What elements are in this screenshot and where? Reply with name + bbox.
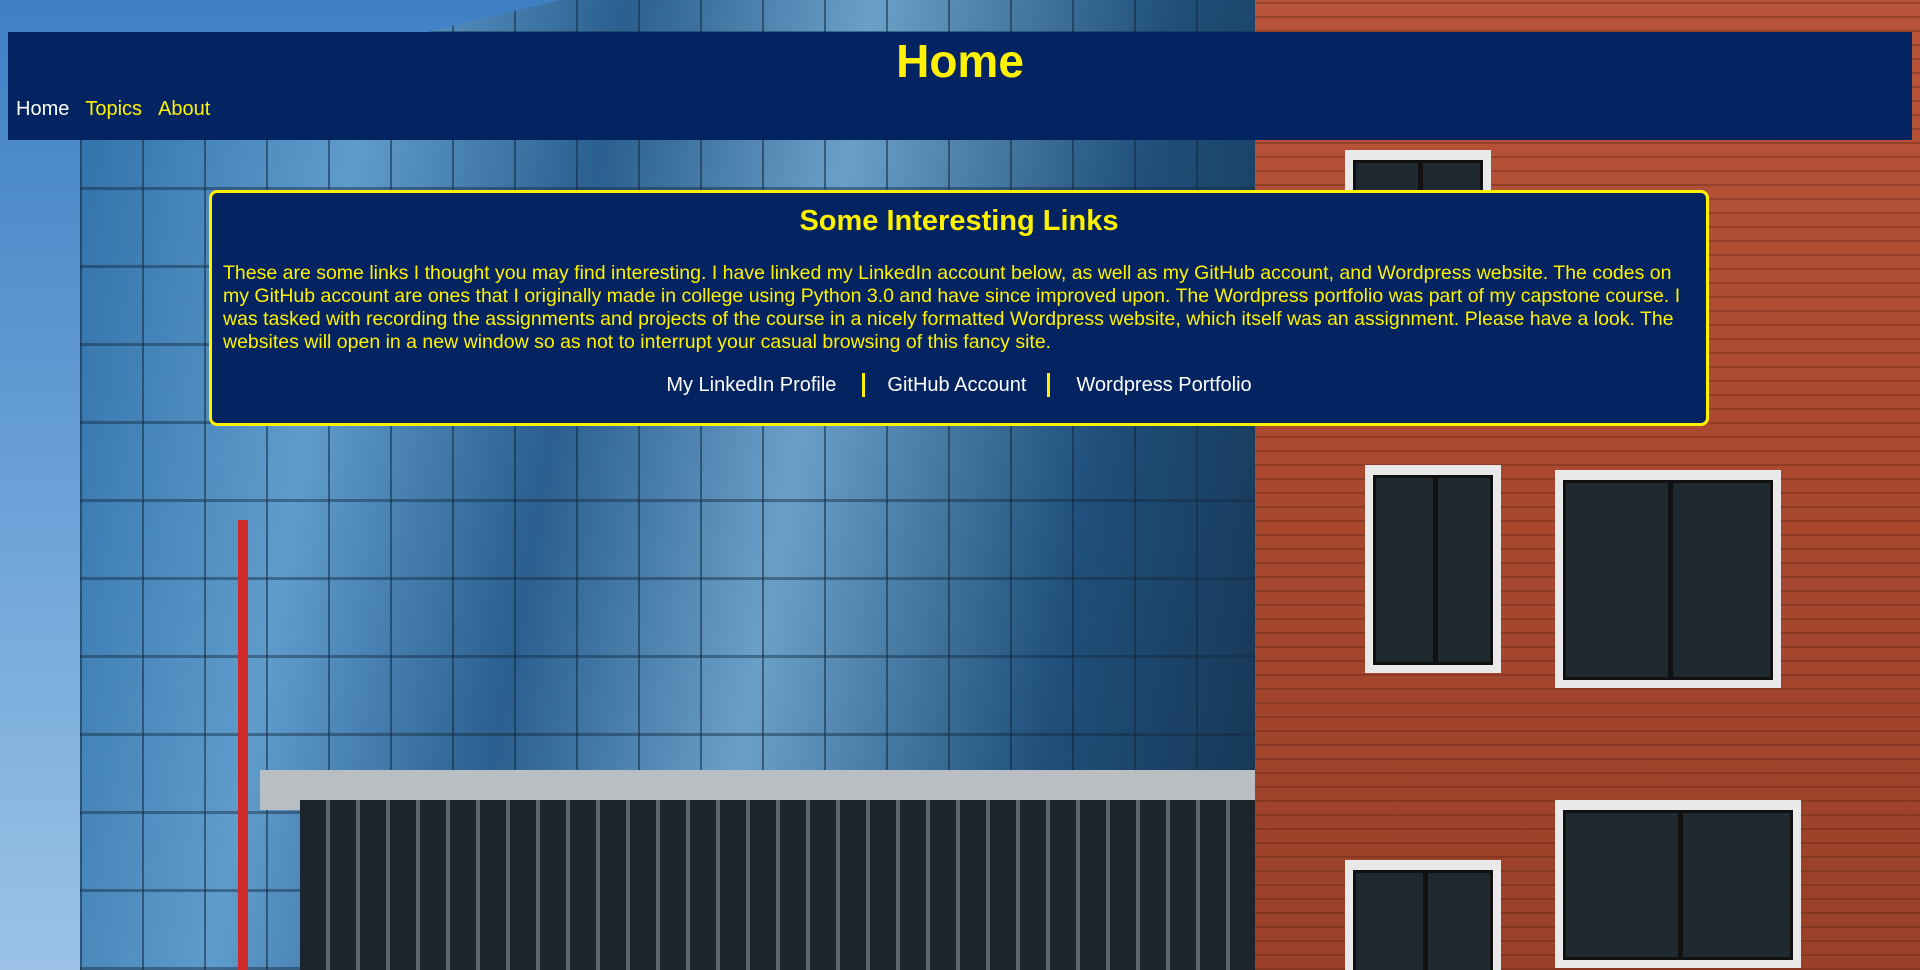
link-divider: [862, 373, 866, 397]
brick-window: [1555, 470, 1781, 688]
wordpress-link[interactable]: Wordpress Portfolio: [1076, 374, 1251, 397]
linkedin-link[interactable]: My LinkedIn Profile: [666, 374, 836, 397]
site-header: Home Home Topics About: [8, 32, 1912, 140]
link-divider: [1047, 373, 1051, 397]
brick-window: [1365, 465, 1501, 673]
github-link[interactable]: GitHub Account: [887, 374, 1026, 397]
external-links: My LinkedIn Profile GitHub Account Wordp…: [212, 373, 1706, 397]
links-panel: Some Interesting Links These are some li…: [209, 190, 1709, 426]
brick-window: [1345, 860, 1501, 970]
nav-link-home[interactable]: Home: [16, 98, 69, 121]
main-nav: Home Topics About: [16, 98, 210, 121]
background-photo: [0, 0, 1920, 970]
nav-link-topics[interactable]: Topics: [85, 98, 142, 121]
brick-window: [1555, 800, 1801, 968]
glass-building-red-stripe: [238, 520, 248, 970]
page-title: Home: [896, 35, 1024, 87]
nav-link-about[interactable]: About: [158, 98, 210, 121]
brick-building: [1255, 0, 1920, 970]
building-ground-floor: [300, 800, 1280, 970]
panel-heading: Some Interesting Links: [799, 205, 1119, 237]
panel-description: These are some links I thought you may f…: [223, 262, 1681, 353]
